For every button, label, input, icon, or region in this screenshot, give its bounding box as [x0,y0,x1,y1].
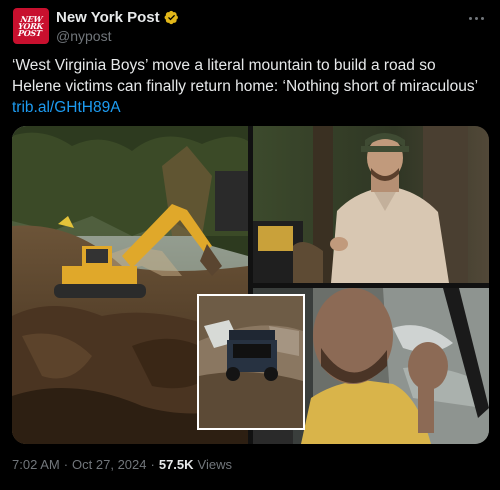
tweet-card: NEW YORK POST New York Post @nypost ‘West … [0,0,500,490]
avatar[interactable]: NEW YORK POST [13,8,49,44]
views-label: Views [197,457,232,472]
tweet-time[interactable]: 7:02 AM [12,457,60,472]
separator-dot-2: · [150,457,155,472]
views-count: 57.5K [158,457,194,472]
verified-badge-icon [164,10,178,25]
separator-dot: · [63,457,69,472]
tweet-text: ‘West Virginia Boys’ move a literal moun… [12,55,482,118]
photo-utv[interactable] [197,294,305,430]
tweet-body: ‘West Virginia Boys’ move a literal moun… [12,57,479,95]
photo-man-tan-shirt[interactable] [253,126,489,283]
tweet-link[interactable]: trib.al/GHtH89A [12,97,482,118]
media-grid[interactable] [12,126,489,444]
nypost-logo: NEW YORK POST [17,13,45,38]
more-options-icon[interactable] [464,8,488,28]
tweet-date[interactable]: Oct 27, 2024 [72,457,146,472]
author-row: New York Post [56,9,179,26]
author-name[interactable]: New York Post [56,9,160,26]
tweet-meta: 7:02 AM · Oct 27, 2024 · 57.5K Views [12,457,232,472]
author-handle[interactable]: @nypost [56,28,111,44]
